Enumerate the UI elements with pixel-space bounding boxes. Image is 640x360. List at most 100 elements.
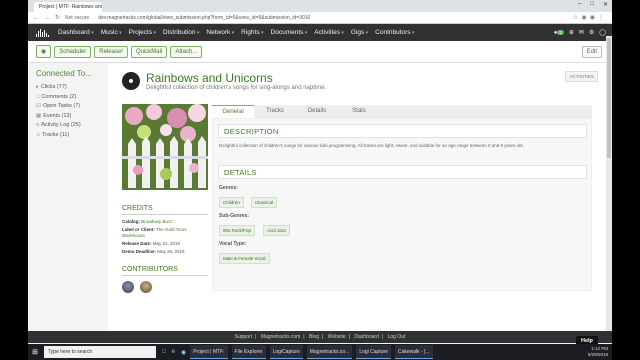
attach-button[interactable]: Attach... — [170, 45, 203, 58]
footer-link-support[interactable]: Support — [235, 334, 253, 340]
nav-activities[interactable]: Activities — [314, 29, 344, 36]
footer-link-dashboard[interactable]: Dashboard — [354, 334, 378, 340]
nav-rights[interactable]: Rights — [241, 29, 263, 36]
nav-distribution[interactable]: Distribution — [163, 29, 199, 36]
credits-heading: CREDITS — [122, 205, 208, 215]
contributor-avatar[interactable] — [122, 281, 134, 293]
window-controls: – □ ✕ — [578, 1, 608, 8]
footer-link-blog[interactable]: Blog — [309, 334, 319, 340]
vocal-type-chip[interactable]: Male & Female Vocal — [219, 253, 270, 264]
tab-tracks[interactable]: Tracks — [254, 105, 296, 118]
user-icon[interactable]: ◯ — [599, 29, 606, 36]
tab-details[interactable]: Details — [296, 105, 338, 118]
edge-icon[interactable]: e — [172, 349, 175, 356]
tab-stats[interactable]: Stats — [338, 105, 380, 118]
footer-link-magnetracks[interactable]: Magnetracks.com — [261, 334, 300, 340]
taskbar-search-input[interactable]: Type here to search — [44, 346, 156, 358]
url-field[interactable]: dev.magnetracks.com/global/view_submissi… — [94, 14, 568, 22]
activities-button[interactable]: ACTIVITIES — [565, 71, 598, 82]
taskbar-app[interactable]: Project | MTF: — [190, 345, 228, 359]
forward-icon[interactable]: → — [44, 15, 50, 21]
maximize-icon[interactable]: □ — [590, 1, 594, 8]
sidebar-item-open-tasks[interactable]: ☑ Open Tasks (7) — [36, 103, 100, 109]
not-secure-indicator[interactable]: Not secure — [65, 15, 89, 21]
credit-label: Label or Client: The Gold Tours Warehous… — [122, 226, 187, 239]
headphones-button[interactable]: ◉ — [36, 45, 52, 58]
credit-catalog: Catalog: Broadway Buzz — [122, 219, 173, 224]
messages-icon[interactable]: ✉ — [579, 29, 584, 36]
scrollbar-thumb[interactable] — [607, 38, 611, 158]
taskbar-pinned-icons: □ e ◉ — [162, 349, 186, 356]
calendar-icon: ▦ — [36, 112, 42, 119]
page-scrollbar[interactable] — [606, 36, 612, 331]
minimize-icon[interactable]: – — [578, 1, 581, 8]
list-icon: ≡ — [36, 122, 40, 129]
contributor-avatar[interactable] — [140, 281, 153, 293]
headphones-icon: ◉ — [41, 49, 47, 55]
credits-section: CREDITS Catalog: Broadway Buzz Label or … — [122, 205, 208, 256]
quickmail-button[interactable]: QuickMail — [130, 45, 168, 58]
sidebar-item-tracks[interactable]: ♫ Tracks (11) — [36, 132, 100, 138]
settings-icon[interactable]: ⚙ — [589, 29, 594, 36]
nav-dashboard[interactable]: Dashboard — [58, 29, 94, 36]
page-title: Rainbows and Unicorns — [146, 71, 273, 85]
taskbar-app[interactable]: Cakewalk - [... — [394, 345, 433, 359]
credit-demo-deadline: Demo Deadline: May 26, 2019 — [122, 248, 185, 254]
sidebar-item-comments[interactable]: □ Comments (2) — [36, 94, 100, 100]
close-icon[interactable]: ✕ — [603, 1, 608, 8]
genre-chip[interactable]: Children — [219, 197, 244, 208]
taskbar-app[interactable]: Logi Capture — [356, 345, 391, 359]
sidebar-item-activity-log[interactable]: ≡ Activity Log (25) — [36, 122, 100, 128]
nav-contributors[interactable]: Contributors — [375, 29, 414, 36]
description-text: Delightful collection of children's song… — [219, 143, 524, 148]
system-clock[interactable]: 1:12 PM 5/29/2019 — [588, 346, 612, 358]
subgenres-label: Sub-Genres: — [219, 213, 250, 219]
taskbar-app[interactable]: Magnetracks.co... — [306, 345, 353, 359]
footer-link-logout[interactable]: Log Out — [388, 334, 406, 340]
subgenre-chip[interactable]: Acid Jazz — [263, 225, 291, 236]
main-content: Rainbows and Unicorns Delightful collect… — [108, 63, 606, 331]
nav-projects[interactable]: Projects — [129, 29, 156, 36]
edit-button[interactable]: Edit — [581, 45, 602, 58]
magnetracks-logo-icon[interactable] — [36, 28, 52, 37]
subgenre-chip[interactable]: 80s Rock/Pop — [219, 225, 256, 236]
footer-link-website[interactable]: Website — [328, 334, 346, 340]
tab-general[interactable]: General — [212, 105, 254, 118]
top-nav-icons: ● 2 ⊕ ✉ ⚙ ◯ — [554, 29, 612, 36]
page-footer: Support | Magnetracks.com | Blog | Website |… — [28, 331, 612, 343]
top-nav: Dashboard Music Projects Distribution Ne… — [28, 24, 612, 41]
notifications-icon[interactable]: ● 2 — [554, 29, 564, 36]
back-icon[interactable]: ← — [33, 15, 39, 21]
windows-start-icon[interactable]: ⊞ — [28, 348, 42, 356]
sidebar-title: Connected To... — [36, 69, 92, 78]
nav-network[interactable]: Network — [206, 29, 234, 36]
page-subtitle: Delightful collection of children's song… — [146, 85, 327, 91]
genre-chip[interactable]: Classical — [251, 197, 278, 208]
description-heading: DESCRIPTION — [218, 124, 587, 138]
nav-gigs[interactable]: Gigs — [351, 29, 368, 36]
genres-label: Genres: — [219, 185, 238, 191]
credit-release-date: Release Date: May 21, 2019 — [122, 240, 181, 246]
contributors-heading: CONTRIBUTORS — [122, 266, 208, 276]
extension-icons[interactable]: ☆◉◉⋮ — [573, 14, 612, 21]
catalog-link[interactable]: Broadway Buzz — [141, 219, 172, 224]
add-icon[interactable]: ⊕ — [569, 29, 574, 36]
details-heading: DETAILS — [218, 165, 587, 179]
taskbar-app[interactable]: File Explorer — [231, 345, 266, 359]
sidebar-item-clicks[interactable]: ▸ Clicks (77) — [36, 84, 100, 90]
windows-taskbar: ⊞ Type here to search □ e ◉ Project | MT… — [28, 344, 612, 360]
general-tab-panel: DESCRIPTION Delightful collection of chi… — [212, 118, 592, 291]
nav-music[interactable]: Music — [101, 29, 122, 36]
chrome-icon[interactable]: ◉ — [181, 349, 186, 356]
scheduler-button[interactable]: Scheduler — [54, 45, 92, 58]
taskbar-app[interactable]: LogiCapture — [269, 345, 303, 359]
comment-icon: □ — [36, 93, 40, 100]
clicks-icon: ▸ — [36, 84, 39, 90]
reload-icon[interactable]: ↻ — [55, 14, 60, 21]
nav-documents[interactable]: Documents — [271, 29, 308, 36]
tab-bar: General Tracks Details Stats — [212, 105, 592, 118]
task-view-icon[interactable]: □ — [162, 349, 166, 356]
sidebar-item-events[interactable]: ▦ Events (13) — [36, 113, 100, 119]
release-button[interactable]: Release! — [94, 45, 128, 58]
browser-tab[interactable]: Project | MTF: Rainbows and Uni — [34, 2, 102, 12]
